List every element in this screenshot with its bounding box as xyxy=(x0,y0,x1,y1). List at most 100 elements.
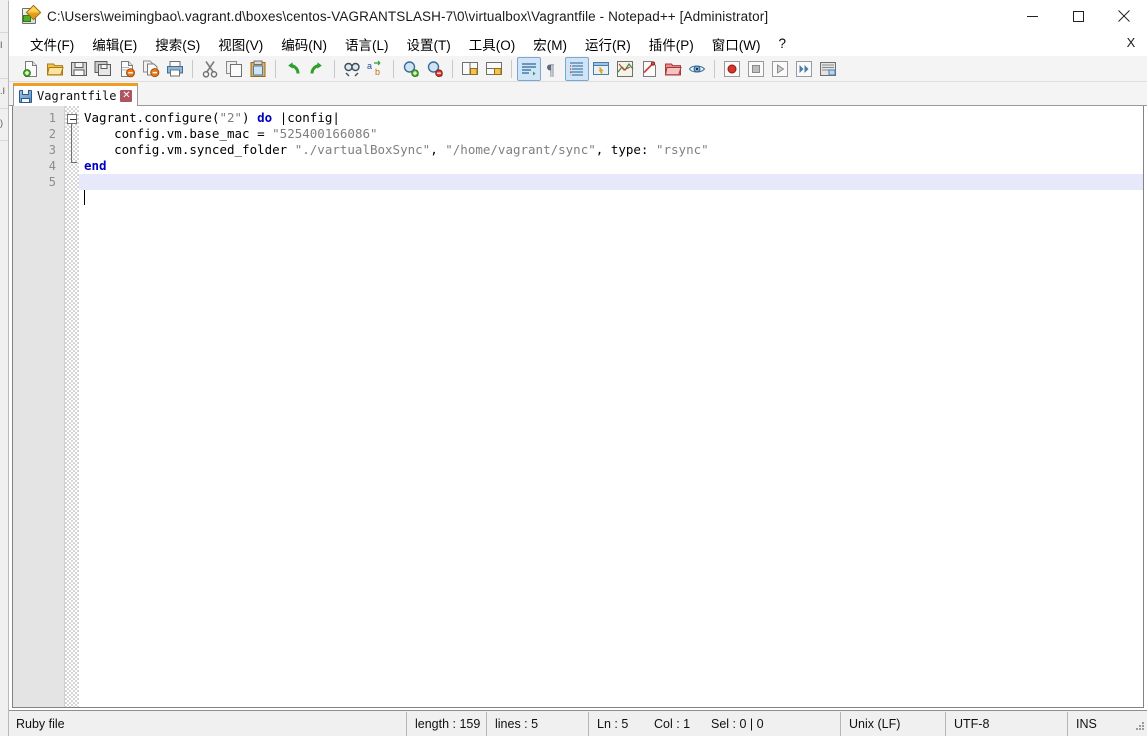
document-monitoring-icon[interactable] xyxy=(685,57,709,81)
menu-file[interactable]: 文件(F) xyxy=(21,32,83,57)
code-token: Vagrant.configure xyxy=(84,110,212,125)
fold-end-marker xyxy=(71,158,77,163)
line-number: 5 xyxy=(48,175,56,189)
svg-text:a: a xyxy=(367,61,372,71)
menu-run[interactable]: 运行(R) xyxy=(576,32,640,57)
code-token: ) xyxy=(242,110,258,125)
sync-vertical-scroll-icon[interactable] xyxy=(458,57,482,81)
fold-collapse-box[interactable] xyxy=(67,114,77,124)
cut-icon[interactable] xyxy=(198,57,222,81)
stop-recording-icon[interactable] xyxy=(744,57,768,81)
code-line: Vagrant.configure("2") do |config| xyxy=(79,110,1143,126)
copy-icon[interactable] xyxy=(222,57,246,81)
run-macro-multiple-icon[interactable] xyxy=(792,57,816,81)
code-line: config.vm.base_mac = "525400166086" xyxy=(79,126,1143,142)
code-line-current xyxy=(79,174,1143,190)
title-bar: C:\Users\weimingbao\.vagrant.d\boxes\cen… xyxy=(9,1,1147,32)
code-line: config.vm.synced_folder "./vartualBoxSyn… xyxy=(79,142,1143,158)
folder-as-workspace-icon[interactable] xyxy=(661,57,685,81)
status-ln: Ln : 5 xyxy=(597,716,629,731)
line-number: 3 xyxy=(48,143,56,157)
menu-plugins[interactable]: 插件(P) xyxy=(640,32,703,57)
undo-icon[interactable] xyxy=(281,57,305,81)
toolbar-separator xyxy=(714,59,715,78)
zoom-out-icon[interactable] xyxy=(423,57,447,81)
line-number: 4 xyxy=(48,159,56,173)
close-document-icon[interactable]: X xyxy=(1123,35,1139,50)
maximize-button[interactable] xyxy=(1055,1,1101,32)
zoom-in-icon[interactable] xyxy=(399,57,423,81)
svg-text:b: b xyxy=(375,67,380,77)
status-length: length : 159 xyxy=(407,711,487,736)
toolbar-separator xyxy=(275,59,276,78)
code-token: "./vartualBoxSync" xyxy=(294,142,431,157)
indent-guide-icon[interactable] xyxy=(565,56,589,81)
toolbar-separator xyxy=(192,59,193,78)
toolbar: a b ¶ xyxy=(9,56,1147,82)
code-token: "525400166086" xyxy=(272,126,378,141)
status-insert-mode: INS xyxy=(1076,716,1097,731)
status-sel: Sel : 0 | 0 xyxy=(703,711,841,736)
sync-horizontal-scroll-icon[interactable] xyxy=(482,57,506,81)
menu-help[interactable]: ? xyxy=(769,34,795,54)
close-button[interactable] xyxy=(1101,1,1147,32)
word-wrap-icon[interactable] xyxy=(517,56,541,81)
show-all-characters-icon[interactable]: ¶ xyxy=(541,57,565,81)
line-number: 1 xyxy=(48,111,56,125)
menu-search[interactable]: 搜索(S) xyxy=(146,32,209,57)
toolbar-separator xyxy=(511,59,512,78)
menu-view[interactable]: 视图(V) xyxy=(209,32,272,57)
menu-bar: 文件(F) 编辑(E) 搜索(S) 视图(V) 编码(N) 语言(L) 设置(T… xyxy=(9,32,1147,56)
fold-margin[interactable] xyxy=(65,106,79,707)
menu-settings[interactable]: 设置(T) xyxy=(398,32,460,57)
toolbar-separator xyxy=(334,59,335,78)
function-list-icon[interactable] xyxy=(637,57,661,81)
code-token: config.vm.base_mac = xyxy=(84,126,273,141)
status-col: Col : 1 xyxy=(654,716,691,731)
editor-area[interactable]: 1 2 3 4 5 Vagrant.configure("2") do |con… xyxy=(12,106,1144,708)
code-token: config.vm.synced_folder xyxy=(84,142,295,157)
document-map-icon[interactable] xyxy=(613,57,637,81)
code-line: end xyxy=(79,158,1143,174)
menu-edit[interactable]: 编辑(E) xyxy=(83,32,146,57)
tab-bar: Vagrantfile ✕ xyxy=(9,82,1147,106)
status-encoding: UTF-8 xyxy=(946,711,1068,736)
tab-close-icon[interactable]: ✕ xyxy=(120,90,133,102)
code-text-area[interactable]: Vagrant.configure("2") do |config| confi… xyxy=(79,106,1143,707)
menu-tools[interactable]: 工具(O) xyxy=(460,32,525,57)
replace-icon[interactable]: a b xyxy=(364,57,388,81)
tab-vagrantfile[interactable]: Vagrantfile ✕ xyxy=(13,83,139,106)
record-macro-icon[interactable] xyxy=(720,57,744,81)
resize-grip[interactable] xyxy=(1131,717,1145,731)
menu-encoding[interactable]: 编码(N) xyxy=(272,32,336,57)
menu-language[interactable]: 语言(L) xyxy=(336,32,398,57)
find-icon[interactable] xyxy=(340,57,364,81)
save-icon[interactable] xyxy=(67,57,91,81)
print-icon[interactable] xyxy=(163,57,187,81)
code-token: , xyxy=(430,142,446,157)
toolbar-separator xyxy=(452,59,453,78)
redo-icon[interactable] xyxy=(305,57,329,81)
play-macro-icon[interactable] xyxy=(768,57,792,81)
close-file-icon[interactable] xyxy=(115,57,139,81)
minimize-button[interactable] xyxy=(1009,1,1055,32)
code-token: "rsync" xyxy=(655,142,709,157)
save-macro-icon[interactable] xyxy=(816,57,840,81)
tab-label: Vagrantfile xyxy=(37,89,117,103)
user-defined-dialog-icon[interactable] xyxy=(589,57,613,81)
open-file-icon[interactable] xyxy=(43,57,67,81)
svg-text:¶: ¶ xyxy=(547,62,555,78)
line-number-gutter: 1 2 3 4 5 xyxy=(13,106,65,707)
text-caret xyxy=(84,190,85,205)
notepad-plus-plus-icon xyxy=(21,4,42,25)
new-file-icon[interactable] xyxy=(19,57,43,81)
paste-icon[interactable] xyxy=(246,57,270,81)
toolbar-separator xyxy=(393,59,394,78)
status-eol: Unix (LF) xyxy=(841,711,946,736)
menu-macro[interactable]: 宏(M) xyxy=(524,32,576,57)
notepad-plus-plus-window: C:\Users\weimingbao\.vagrant.d\boxes\cen… xyxy=(8,0,1147,736)
save-all-icon[interactable] xyxy=(91,57,115,81)
menu-window[interactable]: 窗口(W) xyxy=(703,32,770,57)
close-all-files-icon[interactable] xyxy=(139,57,163,81)
code-token: do xyxy=(257,110,273,125)
